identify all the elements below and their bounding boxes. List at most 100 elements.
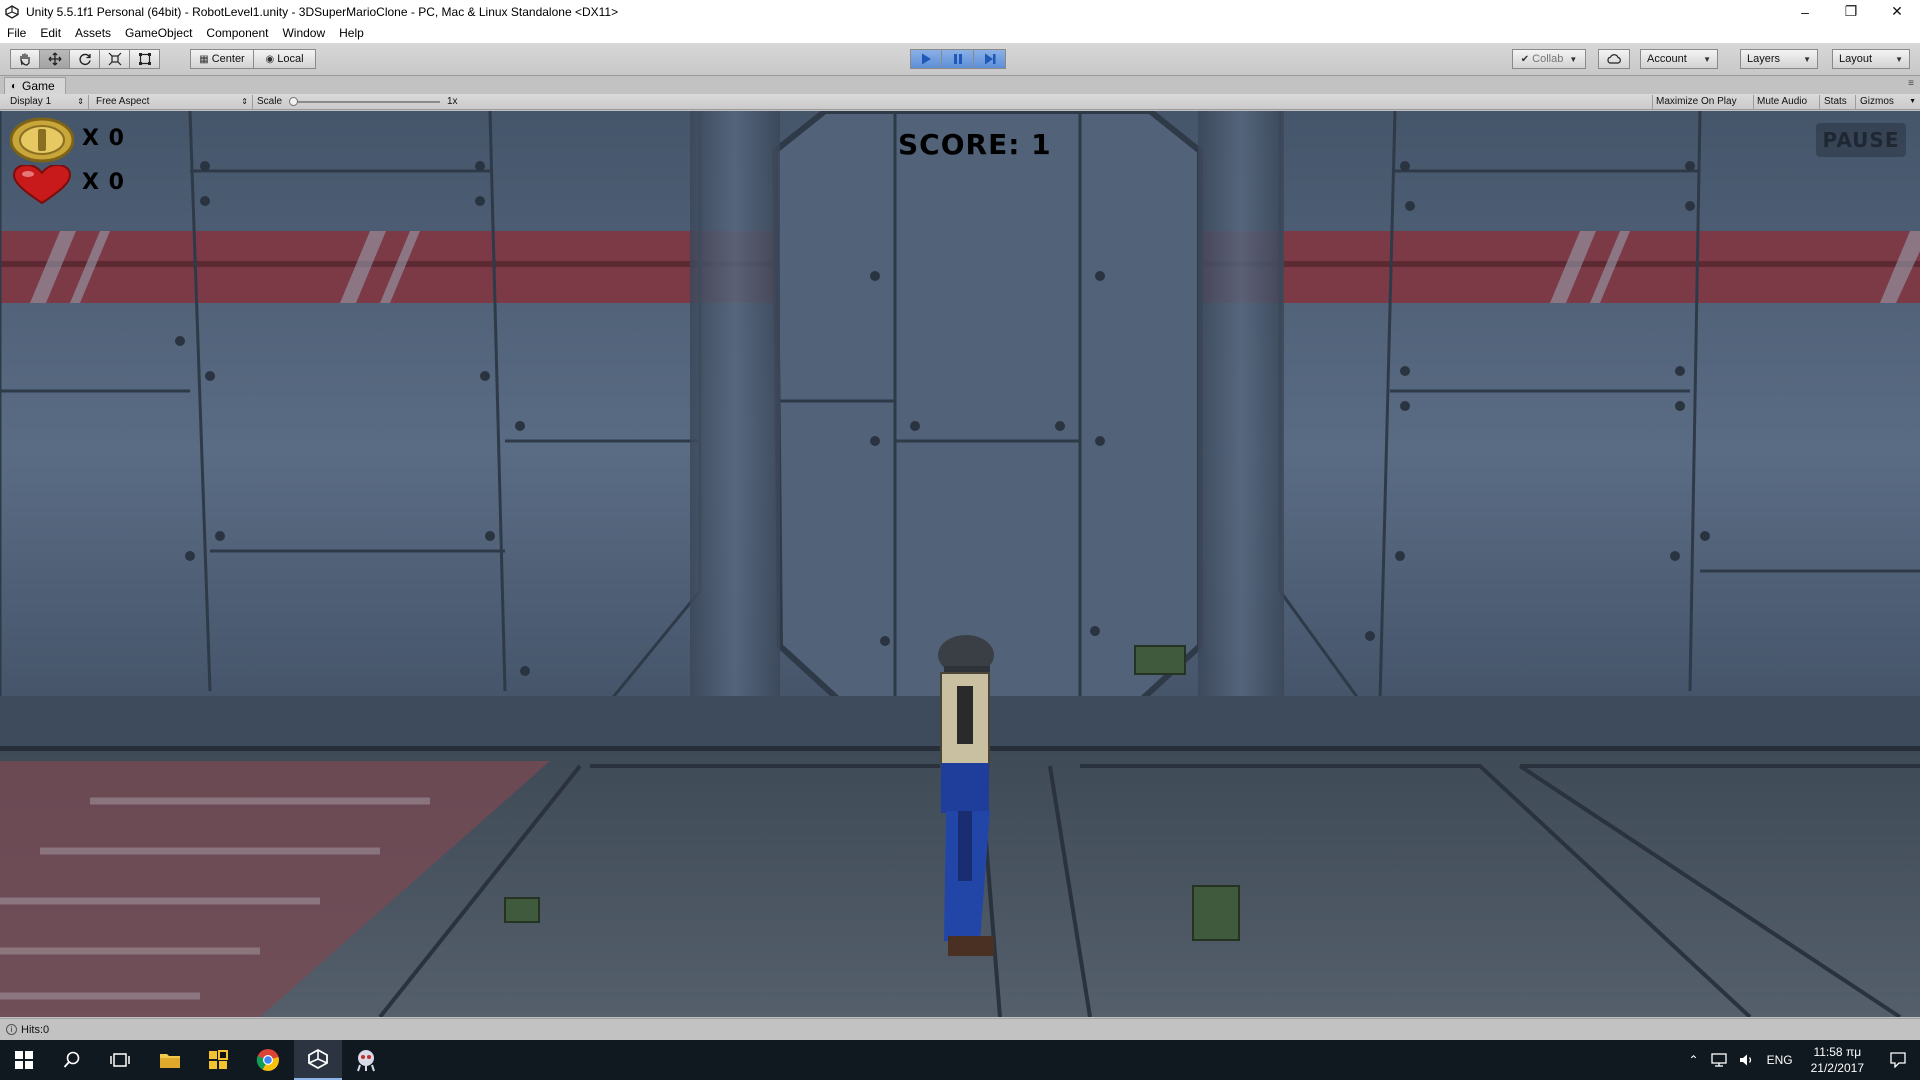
heart-icon: [12, 163, 72, 210]
coin-count: X 0: [82, 126, 125, 151]
divider: [1819, 95, 1820, 109]
account-label: Account: [1647, 53, 1687, 65]
updown-arrow-icon: ⇕: [77, 97, 84, 106]
transform-tools: [10, 49, 160, 69]
clock-time: 11:58 πμ: [1813, 1045, 1862, 1059]
console-status-bar[interactable]: i Hits:0: [0, 1018, 1920, 1040]
cloud-group: [1598, 49, 1630, 69]
divider: [252, 95, 253, 109]
windows-taskbar: ⌃ ENG 11:58 πμ 21/2/2017: [0, 1040, 1920, 1080]
collab-button[interactable]: ✔ Collab ▼: [1512, 49, 1586, 69]
play-icon[interactable]: [910, 49, 942, 69]
game-view-toolbar: Display 1 ⇕ Free Aspect ⇕ Scale 1x Maxim…: [0, 94, 1920, 110]
divider: [1652, 95, 1653, 109]
menu-component[interactable]: Component: [199, 23, 275, 43]
pivot-icon: ▦: [199, 53, 209, 65]
restore-icon[interactable]: ❐: [1828, 0, 1874, 23]
pivot-center-label: Center: [211, 53, 245, 65]
windows-start-icon[interactable]: [0, 1040, 48, 1080]
minimize-icon[interactable]: –: [1782, 0, 1828, 23]
tab-game[interactable]: ◐ Game: [4, 77, 66, 94]
scale-label: Scale: [257, 96, 283, 107]
scale-value: 1x: [447, 96, 458, 107]
chevron-down-icon: ▼: [1895, 54, 1903, 64]
system-tray: ⌃ ENG 11:58 πμ 21/2/2017: [1683, 1040, 1920, 1080]
volume-icon[interactable]: [1733, 1053, 1761, 1067]
display-dropdown[interactable]: Display 1 ⇕: [10, 94, 84, 110]
divider: [88, 95, 89, 109]
pivot-local-button[interactable]: ◉ Local: [254, 49, 316, 69]
block-green: [1192, 885, 1240, 941]
chevron-down-icon: ▼: [1803, 54, 1811, 64]
hand-tool-icon[interactable]: [10, 49, 40, 69]
play-controls: [910, 49, 1006, 69]
globe-icon: ◉: [265, 53, 275, 65]
menu-edit[interactable]: Edit: [33, 23, 68, 43]
wall-pillar-right: [1198, 111, 1284, 711]
center-door: [771, 111, 1203, 704]
chrome-icon[interactable]: [244, 1040, 292, 1080]
game-viewport[interactable]: X 0 X 0 SCORE: 1 PAUSE: [0, 111, 1920, 1017]
score-display: SCORE: 1: [898, 128, 1052, 161]
divider: [1855, 95, 1856, 109]
menu-gameobject[interactable]: GameObject: [118, 23, 199, 43]
coin-icon: [9, 117, 75, 168]
layout-label: Layout: [1839, 53, 1873, 65]
chevron-up-icon[interactable]: ⌃: [1683, 1053, 1705, 1067]
app-yellow-icon[interactable]: [194, 1040, 242, 1080]
pivot-toggles: ▦ Center ◉ Local: [190, 49, 316, 69]
rotate-tool-icon[interactable]: [70, 49, 100, 69]
menu-help[interactable]: Help: [332, 23, 371, 43]
account-dropdown[interactable]: Account ▼: [1640, 49, 1718, 69]
mascot-app-icon[interactable]: [342, 1040, 390, 1080]
check-circle-icon: ✔: [1520, 53, 1530, 65]
scale-slider-thumb[interactable]: [289, 97, 298, 106]
maximize-on-play-toggle[interactable]: Maximize On Play: [1656, 94, 1737, 110]
scale-tool-icon[interactable]: [100, 49, 130, 69]
gizmos-dropdown[interactable]: Gizmos ▼: [1860, 94, 1916, 110]
cloud-icon[interactable]: [1598, 49, 1630, 69]
clock[interactable]: 11:58 πμ 21/2/2017: [1799, 1044, 1876, 1076]
menu-file[interactable]: File: [0, 23, 33, 43]
search-icon[interactable]: [48, 1040, 96, 1080]
collab-group: ✔ Collab ▼: [1512, 49, 1586, 69]
layers-label: Layers: [1747, 53, 1781, 65]
step-icon[interactable]: [974, 49, 1006, 69]
scale-slider-track[interactable]: [292, 101, 440, 103]
layers-dropdown[interactable]: Layers ▼: [1740, 49, 1818, 69]
menu-assets[interactable]: Assets: [68, 23, 118, 43]
menu-window[interactable]: Window: [275, 23, 332, 43]
pause-icon[interactable]: [942, 49, 974, 69]
divider: [1753, 95, 1754, 109]
info-icon: i: [6, 1024, 17, 1035]
mute-audio-toggle[interactable]: Mute Audio: [1757, 94, 1807, 110]
main-toolbar: ▦ Center ◉ Local ✔ Collab ▼ Account ▼ Layers ▼…: [0, 43, 1920, 76]
window-title: Unity 5.5.1f1 Personal (64bit) - RobotLe…: [26, 4, 619, 19]
wall-pillar-left: [690, 111, 780, 711]
task-view-icon[interactable]: [96, 1040, 144, 1080]
pause-button[interactable]: PAUSE: [1816, 123, 1906, 157]
file-explorer-icon[interactable]: [146, 1040, 194, 1080]
block-green: [504, 897, 540, 923]
network-icon[interactable]: [1705, 1053, 1733, 1067]
unity-icon[interactable]: [294, 1040, 342, 1080]
close-icon[interactable]: ✕: [1874, 0, 1920, 23]
layout-group: Layout ▼: [1832, 49, 1910, 69]
clock-date: 21/2/2017: [1810, 1061, 1864, 1075]
notification-icon[interactable]: [1876, 1052, 1920, 1068]
game-tab-label: Game: [22, 79, 55, 93]
stats-toggle[interactable]: Stats: [1824, 94, 1847, 110]
account-group: Account ▼: [1640, 49, 1718, 69]
language-indicator[interactable]: ENG: [1761, 1053, 1799, 1067]
aspect-dropdown[interactable]: Free Aspect ⇕: [96, 94, 248, 110]
tab-menu-icon[interactable]: ≡: [1908, 78, 1914, 89]
status-message: Hits:0: [21, 1023, 50, 1036]
window-title-bar[interactable]: Unity 5.5.1f1 Personal (64bit) - RobotLe…: [0, 0, 1920, 23]
gizmos-label: Gizmos: [1860, 96, 1894, 107]
pivot-center-button[interactable]: ▦ Center: [190, 49, 254, 69]
game-controller-icon: ◐: [11, 80, 18, 92]
rect-tool-icon[interactable]: [130, 49, 160, 69]
move-tool-icon[interactable]: [40, 49, 70, 69]
collab-label: Collab: [1532, 53, 1564, 65]
layout-dropdown[interactable]: Layout ▼: [1832, 49, 1910, 69]
